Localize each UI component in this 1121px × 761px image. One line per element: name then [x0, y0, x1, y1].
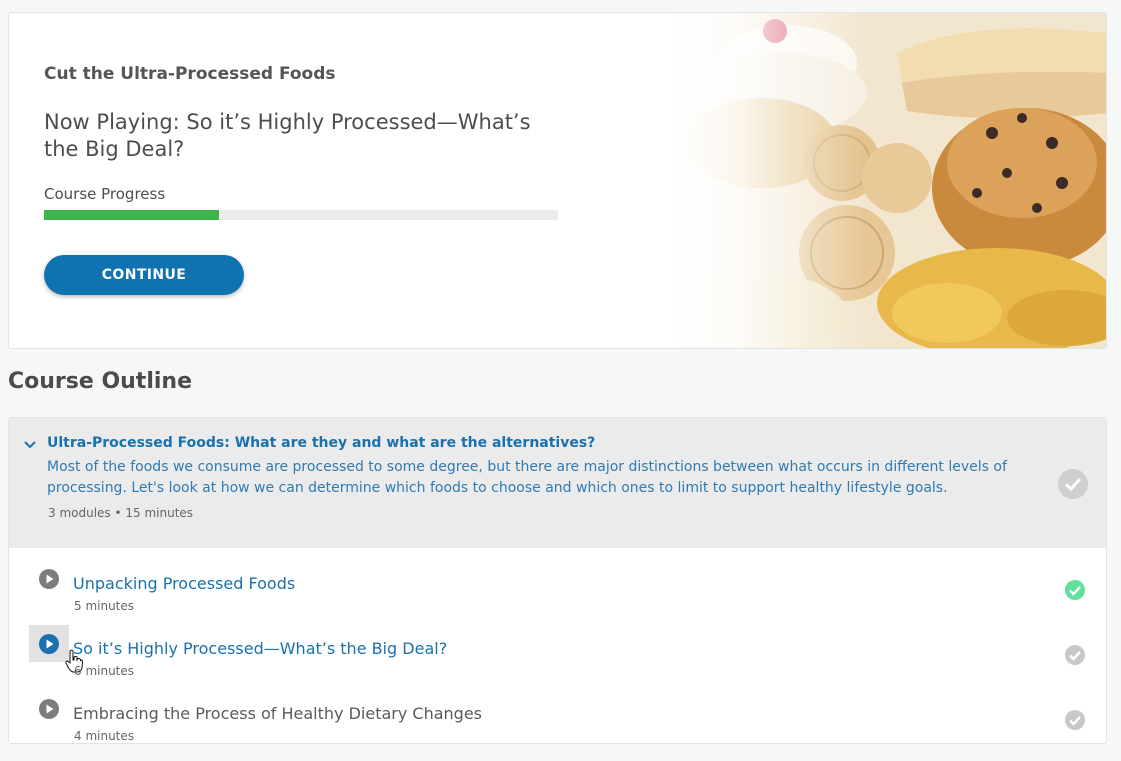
section-header[interactable]: Ultra-Processed Foods: What are they and… [9, 418, 1106, 548]
check-circle-icon [1058, 469, 1088, 499]
module-title[interactable]: Unpacking Processed Foods [73, 574, 295, 593]
module-duration: 6 minutes [74, 664, 135, 678]
module-title[interactable]: So it’s Highly Processed—What’s the Big … [73, 639, 447, 658]
progress-label: Course Progress [44, 185, 166, 203]
module-title[interactable]: Embracing the Process of Healthy Dietary… [73, 704, 482, 723]
course-outline-heading: Course Outline [8, 369, 192, 394]
course-outline-card: Ultra-Processed Foods: What are they and… [8, 417, 1107, 744]
course-hero-card: Cut the Ultra-Processed Foods Now Playin… [8, 12, 1107, 349]
now-playing-title: Now Playing: So it’s Highly Processed—Wh… [44, 110, 531, 161]
section-meta: 3 modules • 15 minutes [48, 506, 194, 520]
course-progress-bar [44, 210, 558, 220]
chevron-down-icon[interactable] [23, 437, 37, 451]
section-description: Most of the foods we consume are process… [47, 459, 1007, 496]
course-title: Cut the Ultra-Processed Foods [44, 64, 336, 84]
play-icon[interactable] [38, 633, 60, 655]
check-circle-icon [1065, 645, 1085, 665]
play-icon[interactable] [38, 698, 60, 720]
section-title[interactable]: Ultra-Processed Foods: What are they and… [47, 435, 595, 451]
check-circle-icon [1065, 710, 1085, 730]
check-circle-icon [1065, 580, 1085, 600]
continue-button[interactable]: CONTINUE [44, 255, 244, 295]
module-item[interactable]: Unpacking Processed Foods 5 minutes [9, 558, 1106, 623]
module-item[interactable]: Embracing the Process of Healthy Dietary… [9, 688, 1106, 743]
module-item-current[interactable]: So it’s Highly Processed—What’s the Big … [9, 623, 1106, 688]
module-duration: 5 minutes [74, 599, 135, 613]
play-icon[interactable] [38, 568, 60, 590]
course-progress-fill [44, 210, 219, 220]
module-duration: 4 minutes [74, 729, 135, 743]
